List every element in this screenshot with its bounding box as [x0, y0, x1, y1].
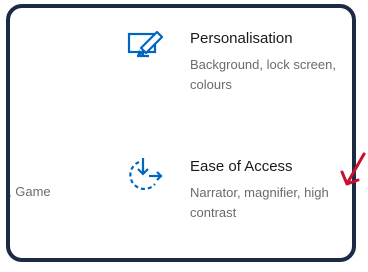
personalisation-title: Personalisation: [190, 30, 293, 47]
settings-tile-ease-of-access[interactable]: Ease of Access Narrator, magnifier, high…: [10, 138, 352, 248]
annotation-arrow-icon: [340, 152, 366, 186]
personalisation-desc-line1: Background, lock screen,: [190, 57, 336, 72]
ease-of-access-desc-line1: Narrator, magnifier, high: [190, 185, 329, 200]
settings-tile-personalisation[interactable]: Personalisation Background, lock screen,…: [10, 8, 352, 118]
ease-of-access-title: Ease of Access: [190, 158, 293, 175]
screenshot-frame: Personalisation Background, lock screen,…: [6, 4, 356, 262]
personalisation-desc-line2: colours: [190, 77, 232, 92]
ease-of-access-desc-line2: contrast: [190, 205, 237, 220]
personalisation-icon: [127, 30, 164, 58]
ease-of-access-icon: [129, 158, 163, 191]
